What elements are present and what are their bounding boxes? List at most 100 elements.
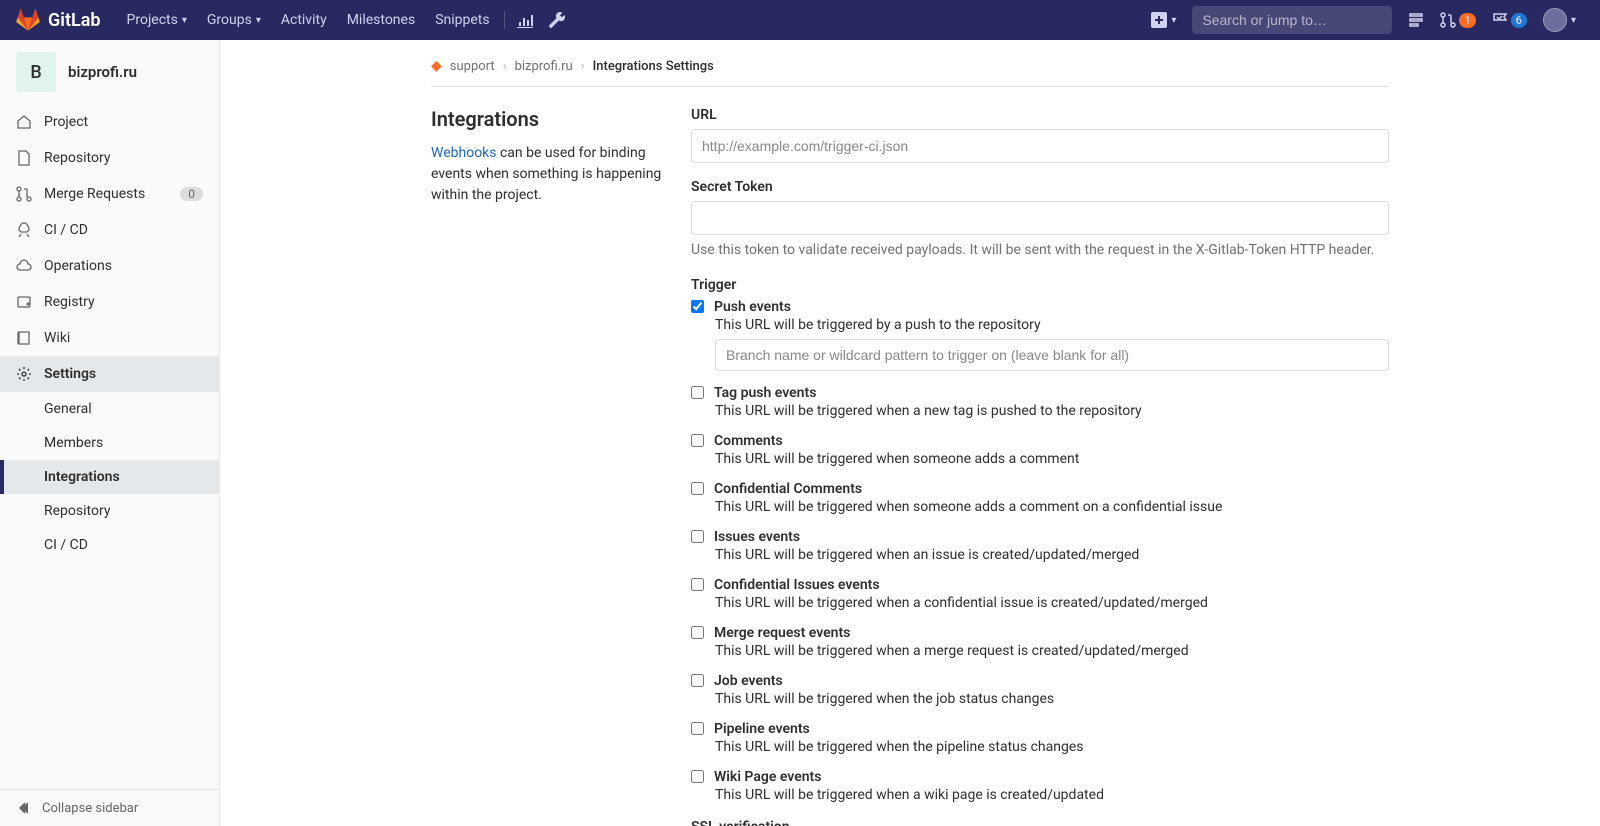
nav-projects-label: Projects: [127, 12, 178, 28]
chevron-down-icon: ▾: [256, 15, 261, 26]
sidebar-item-cicd[interactable]: CI / CD: [0, 212, 219, 248]
sidebar-item-merge-requests[interactable]: Merge Requests 0: [0, 176, 219, 212]
gitlab-logo-icon[interactable]: [16, 8, 40, 32]
secret-help: Use this token to validate received payl…: [691, 241, 1389, 261]
project-header[interactable]: B bizprofi.ru: [0, 40, 219, 104]
trigger-item: Confidential Comments This URL will be tr…: [691, 481, 1389, 515]
trigger-label: Confidential Comments: [714, 481, 862, 497]
nav-snippets[interactable]: Snippets: [425, 0, 499, 40]
trigger-item: Merge request events This URL will be tri…: [691, 625, 1389, 659]
page-title: Integrations: [431, 107, 671, 131]
collapse-sidebar[interactable]: Collapse sidebar: [0, 789, 219, 826]
gitlab-mini-icon: ◆: [431, 58, 442, 74]
trigger-label: Issues events: [714, 529, 800, 545]
nav-activity[interactable]: Activity: [271, 0, 337, 40]
settings-repository[interactable]: Repository: [0, 494, 219, 528]
collapse-label: Collapse sidebar: [42, 801, 138, 816]
nav-groups[interactable]: Groups▾: [197, 0, 271, 40]
chevron-down-icon: ▾: [182, 15, 187, 26]
trigger-desc: This URL will be triggered when a wiki p…: [715, 787, 1389, 803]
project-name: bizprofi.ru: [68, 63, 137, 81]
sidebar-item-repository[interactable]: Repository: [0, 140, 219, 176]
trigger-label: Wiki Page events: [714, 769, 821, 785]
sidebar-item-settings[interactable]: Settings: [0, 356, 219, 392]
rocket-icon: [16, 222, 32, 238]
webhooks-link[interactable]: Webhooks: [431, 145, 497, 161]
trigger-checkbox[interactable]: [691, 300, 704, 313]
sidebar-item-project[interactable]: Project: [0, 104, 219, 140]
trigger-checkbox[interactable]: [691, 722, 704, 735]
sidebar-label: Registry: [44, 294, 95, 310]
sidebar-label: Project: [44, 114, 88, 130]
settings-cicd[interactable]: CI / CD: [0, 528, 219, 562]
secret-token-label: Secret Token: [691, 179, 1389, 195]
trigger-checkbox[interactable]: [691, 482, 704, 495]
trigger-label: Push events: [714, 299, 791, 315]
nav-milestones[interactable]: Milestones: [337, 0, 426, 40]
breadcrumb-sep: ›: [581, 59, 585, 74]
trigger-desc: This URL will be triggered when a merge …: [715, 643, 1389, 659]
trigger-desc: This URL will be triggered when a new ta…: [715, 403, 1389, 419]
trigger-desc: This URL will be triggered when someone …: [715, 499, 1389, 515]
trigger-item: Confidential Issues eventsThis URL will …: [691, 577, 1389, 611]
nav-projects[interactable]: Projects ▾: [117, 0, 197, 40]
search-box[interactable]: [1192, 6, 1392, 34]
breadcrumb-current: Integrations Settings: [593, 59, 714, 74]
trigger-desc: This URL will be triggered when an issue…: [715, 547, 1389, 563]
trigger-checkbox[interactable]: [691, 386, 704, 399]
brand-name[interactable]: GitLab: [48, 10, 101, 31]
trigger-label: Merge request events: [714, 625, 850, 641]
trigger-label: Trigger: [691, 277, 1389, 293]
settings-general[interactable]: General: [0, 392, 219, 426]
trigger-checkbox[interactable]: [691, 674, 704, 687]
sidebar-label: Wiki: [44, 330, 70, 346]
merge-requests-icon[interactable]: 1: [1432, 0, 1483, 40]
plus-icon[interactable]: ▾: [1143, 0, 1184, 40]
chevron-down-icon: ▾: [1171, 15, 1176, 26]
trigger-checkbox[interactable]: [691, 626, 704, 639]
wrench-icon[interactable]: [541, 0, 573, 40]
secret-token-input[interactable]: [691, 201, 1389, 235]
trigger-label: Tag push events: [714, 385, 816, 401]
breadcrumb: ◆ support › bizprofi.ru › Integrations S…: [431, 52, 1389, 87]
sidebar-label: Operations: [44, 258, 112, 274]
trigger-label: Confidential Issues events: [714, 577, 880, 593]
trigger-checkbox[interactable]: [691, 434, 704, 447]
user-menu[interactable]: ▾: [1535, 0, 1584, 40]
trigger-checkbox[interactable]: [691, 530, 704, 543]
search-input[interactable]: [1202, 12, 1383, 28]
breadcrumb-sep: ›: [503, 59, 507, 74]
trigger-item: CommentsThis URL will be triggered when …: [691, 433, 1389, 467]
trigger-checkbox[interactable]: [691, 578, 704, 591]
trigger-item: Tag push events This URL will be triggere…: [691, 385, 1389, 419]
issues-icon[interactable]: [1400, 0, 1432, 40]
chevron-down-icon: ▾: [1571, 15, 1576, 26]
sidebar-item-wiki[interactable]: Wiki: [0, 320, 219, 356]
mr-count-badge: 1: [1459, 13, 1475, 28]
todos-icon[interactable]: 6: [1484, 0, 1535, 40]
cloud-icon: [16, 258, 32, 274]
trigger-item: Push eventsThis URL will be triggered by…: [691, 299, 1389, 371]
sidebar-item-registry[interactable]: Registry: [0, 284, 219, 320]
push-branch-input[interactable]: [715, 339, 1389, 371]
url-input[interactable]: [691, 129, 1389, 163]
ssl-label: SSL verification: [691, 819, 1389, 826]
trigger-item: Wiki Page events This URL will be trigger…: [691, 769, 1389, 803]
mr-sidebar-count: 0: [180, 187, 203, 201]
breadcrumb-group[interactable]: support: [450, 59, 495, 74]
trigger-checkbox[interactable]: [691, 770, 704, 783]
trigger-item: Issues events This URL will be triggered …: [691, 529, 1389, 563]
page-description: Webhooks can be used for binding events …: [431, 143, 671, 206]
home-icon: [16, 114, 32, 130]
trigger-desc: This URL will be triggered when the pipe…: [715, 739, 1389, 755]
settings-integrations[interactable]: Integrations: [0, 460, 219, 494]
trigger-label: Job events: [714, 673, 783, 689]
trigger-desc: This URL will be triggered when someone …: [715, 451, 1389, 467]
breadcrumb-project[interactable]: bizprofi.ru: [515, 59, 573, 74]
graph-icon[interactable]: [509, 0, 541, 40]
top-bar: GitLab Projects ▾ Groups▾ Activity Milest…: [0, 0, 1600, 40]
url-label: URL: [691, 107, 1389, 123]
sidebar-item-operations[interactable]: Operations: [0, 248, 219, 284]
sidebar-label: Merge Requests: [44, 186, 145, 202]
settings-members[interactable]: Members: [0, 426, 219, 460]
